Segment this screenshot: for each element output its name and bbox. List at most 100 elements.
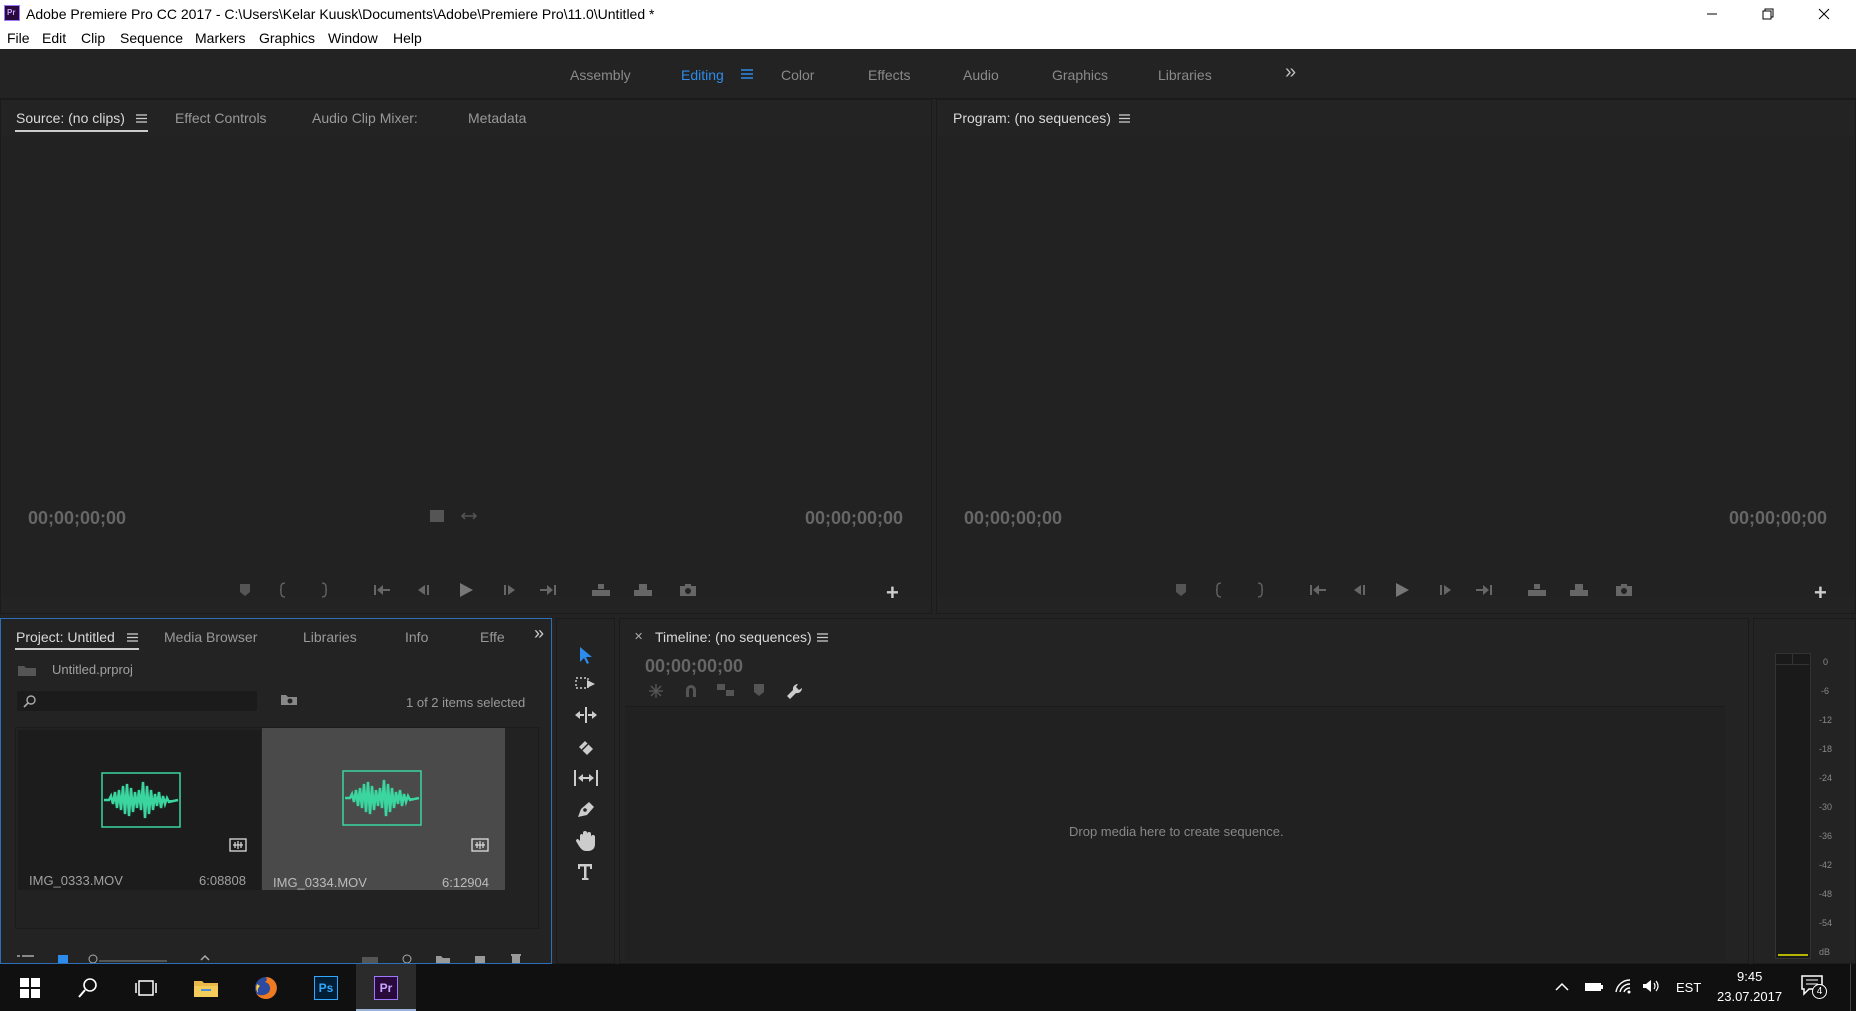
volume-icon[interactable] [1641, 978, 1661, 994]
tab-timeline[interactable]: Timeline: (no sequences) [655, 629, 812, 645]
show-hidden-icons-icon[interactable] [1555, 982, 1569, 992]
track-select-tool-icon[interactable] [574, 675, 598, 693]
workspace-libraries[interactable]: Libraries [1158, 67, 1212, 83]
nest-sequences-icon[interactable] [648, 683, 664, 699]
clip-thumbnail[interactable] [18, 730, 261, 890]
sort-icon[interactable] [199, 953, 211, 963]
source-panel-menu-icon[interactable] [136, 114, 147, 123]
tab-audio-clip-mixer[interactable]: Audio Clip Mixer: [312, 110, 418, 126]
mark-out-icon[interactable] [1256, 582, 1264, 598]
taskbar-file-explorer[interactable] [176, 964, 236, 1011]
go-to-out-icon[interactable] [539, 583, 557, 597]
workspace-color[interactable]: Color [781, 67, 814, 83]
razor-tool-icon[interactable] [575, 737, 597, 757]
close-button[interactable] [1796, 0, 1852, 27]
workspace-effects[interactable]: Effects [868, 67, 911, 83]
timeline-close-icon[interactable]: ✕ [634, 630, 643, 643]
type-tool-icon[interactable] [576, 862, 598, 884]
menu-help[interactable]: Help [393, 30, 422, 46]
selection-tool-icon[interactable] [577, 645, 595, 665]
source-insert-overwrite-icon[interactable] [460, 511, 478, 521]
workspace-menu-icon[interactable] [741, 69, 753, 79]
export-frame-icon[interactable] [1615, 583, 1633, 597]
automate-to-sequence-icon[interactable] [361, 953, 379, 963]
mark-in-icon[interactable] [279, 582, 287, 598]
export-frame-icon[interactable] [679, 583, 697, 597]
add-marker-icon[interactable] [1175, 583, 1187, 597]
battery-icon[interactable] [1584, 981, 1604, 993]
zoom-slider[interactable] [87, 953, 167, 963]
new-bin-icon[interactable] [435, 953, 451, 963]
menu-markers[interactable]: Markers [195, 30, 246, 46]
go-to-in-icon[interactable] [1309, 583, 1327, 597]
program-panel-menu-icon[interactable] [1119, 114, 1130, 123]
tab-source[interactable]: Source: (no clips) [16, 110, 125, 126]
taskbar-photoshop[interactable]: Ps [296, 964, 356, 1011]
play-icon[interactable] [1393, 581, 1411, 599]
play-icon[interactable] [457, 581, 475, 599]
mark-out-icon[interactable] [320, 582, 328, 598]
add-marker-icon[interactable] [753, 683, 765, 697]
timeline-panel-menu-icon[interactable] [817, 633, 828, 642]
linked-selection-icon[interactable] [716, 682, 736, 698]
workspace-editing[interactable]: Editing [681, 67, 724, 83]
snap-icon[interactable] [683, 683, 699, 699]
add-marker-icon[interactable] [239, 583, 251, 597]
menu-file[interactable]: File [7, 30, 30, 46]
clear-icon[interactable] [509, 953, 523, 963]
menu-edit[interactable]: Edit [42, 30, 66, 46]
icon-view-icon[interactable] [57, 953, 69, 963]
clock-date[interactable]: 23.07.2017 [1717, 989, 1782, 1004]
workspace-overflow-button[interactable]: » [1285, 61, 1296, 84]
list-view-icon[interactable] [17, 953, 35, 963]
step-forward-icon[interactable] [501, 583, 517, 597]
project-tabs-overflow-button[interactable]: » [534, 623, 544, 644]
tab-metadata[interactable]: Metadata [468, 110, 526, 126]
project-panel-menu-icon[interactable] [127, 633, 138, 642]
program-playhead-timecode[interactable]: 00;00;00;00 [964, 508, 1062, 529]
action-center-button[interactable]: 4 [1800, 974, 1830, 1002]
tab-effect-controls[interactable]: Effect Controls [175, 110, 267, 126]
menu-window[interactable]: Window [328, 30, 378, 46]
start-button[interactable] [0, 964, 60, 1011]
pen-tool-icon[interactable] [575, 799, 597, 819]
minimize-button[interactable] [1684, 0, 1740, 27]
clock-time[interactable]: 9:45 [1737, 969, 1762, 984]
menu-graphics[interactable]: Graphics [259, 30, 315, 46]
task-view-button[interactable] [116, 964, 176, 1011]
program-button-editor-button[interactable]: + [1814, 580, 1827, 606]
insert-icon[interactable] [591, 583, 611, 597]
restore-button[interactable] [1740, 0, 1796, 27]
taskbar-firefox[interactable] [236, 964, 296, 1011]
tab-info[interactable]: Info [405, 629, 428, 645]
search-input[interactable] [17, 691, 257, 711]
hand-tool-icon[interactable] [575, 830, 597, 852]
taskbar-search-button[interactable] [58, 964, 118, 1011]
tab-program[interactable]: Program: (no sequences) [953, 110, 1111, 126]
menu-sequence[interactable]: Sequence [120, 30, 183, 46]
taskbar-premiere-active[interactable]: Pr [356, 964, 416, 1011]
find-bin-icon[interactable] [280, 692, 298, 706]
source-button-editor-button[interactable]: + [886, 580, 899, 606]
timeline-settings-wrench-icon[interactable] [786, 682, 804, 700]
tab-media-browser[interactable]: Media Browser [164, 629, 257, 645]
menu-clip[interactable]: Clip [81, 30, 105, 46]
step-back-icon[interactable] [416, 583, 432, 597]
go-to-out-icon[interactable] [1475, 583, 1493, 597]
tab-project[interactable]: Project: Untitled [16, 629, 115, 645]
mark-in-icon[interactable] [1215, 582, 1223, 598]
new-item-icon[interactable] [473, 953, 487, 963]
overwrite-icon[interactable] [633, 583, 653, 597]
lift-icon[interactable] [1527, 583, 1547, 597]
language-indicator[interactable]: EST [1676, 980, 1701, 995]
workspace-graphics[interactable]: Graphics [1052, 67, 1108, 83]
tab-libraries[interactable]: Libraries [303, 629, 357, 645]
go-to-in-icon[interactable] [373, 583, 391, 597]
timeline-playhead-timecode[interactable]: 00;00;00;00 [645, 656, 743, 677]
clip-thumbnail-selected[interactable]: IMG_0334.MOV 6:12904 [262, 728, 505, 890]
workspace-assembly[interactable]: Assembly [570, 67, 631, 83]
source-drop-face-icon[interactable] [429, 509, 445, 523]
ripple-edit-tool-icon[interactable] [574, 706, 598, 724]
show-desktop-button[interactable] [1850, 964, 1856, 1011]
step-forward-icon[interactable] [1437, 583, 1453, 597]
